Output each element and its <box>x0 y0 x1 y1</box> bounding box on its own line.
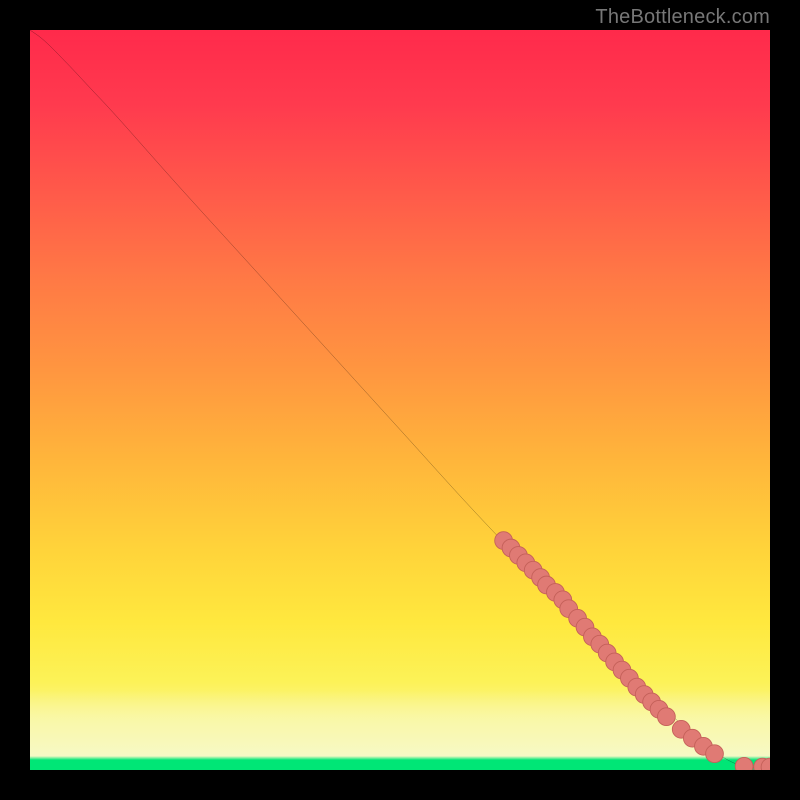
chart-stage: TheBottleneck.com <box>0 0 800 800</box>
curve-marker <box>735 757 753 770</box>
chart-overlay-svg <box>30 30 770 770</box>
curve-markers <box>495 532 770 770</box>
curve-marker <box>706 745 724 763</box>
curve-marker <box>658 708 676 726</box>
plot-area <box>30 30 770 770</box>
curve-line <box>30 30 770 768</box>
attribution-label: TheBottleneck.com <box>595 6 770 29</box>
